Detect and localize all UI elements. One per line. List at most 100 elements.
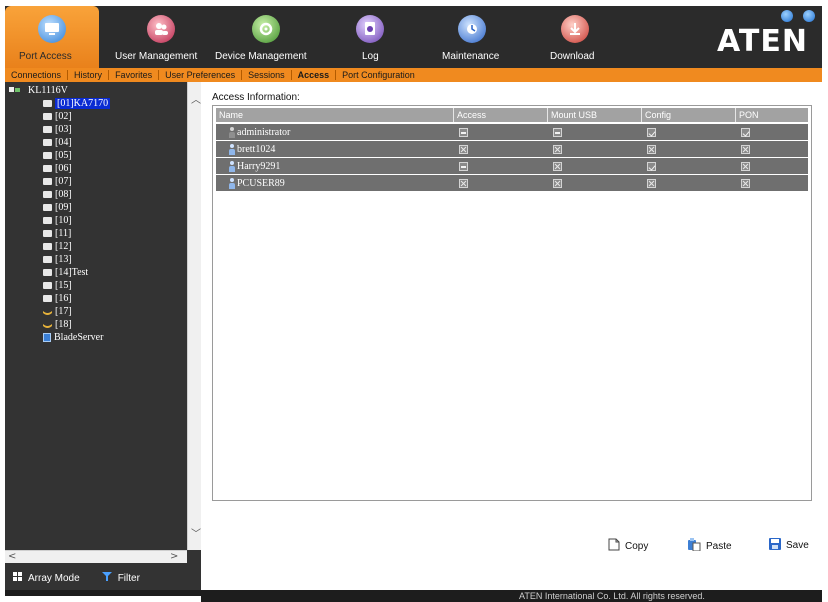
copy-icon bbox=[608, 538, 620, 554]
scroll-left-icon[interactable]: < bbox=[8, 552, 16, 562]
config-cell bbox=[642, 175, 736, 191]
tree-item-label: [13] bbox=[55, 254, 72, 265]
nav-user-management[interactable]: User Management bbox=[113, 6, 209, 68]
mount-usb-checkbox[interactable] bbox=[553, 127, 562, 137]
tree-item[interactable]: [06] bbox=[43, 162, 72, 175]
config-cell bbox=[642, 124, 736, 140]
port-icon bbox=[43, 243, 52, 250]
tree-horizontal-scrollbar[interactable]: < > bbox=[5, 550, 187, 563]
copyright-text: ATEN International Co. Ltd. All rights r… bbox=[519, 591, 705, 601]
config-cell bbox=[642, 141, 736, 157]
config-checkbox[interactable] bbox=[647, 144, 656, 154]
port-icon bbox=[43, 100, 52, 107]
tree-vertical-scrollbar[interactable]: ︿ ﹀ bbox=[187, 82, 201, 550]
config-checkbox[interactable] bbox=[647, 178, 656, 188]
pon-cell bbox=[736, 141, 808, 157]
table-row[interactable]: administrator bbox=[216, 124, 808, 140]
tree-item[interactable]: [09] bbox=[43, 201, 72, 214]
pon-checkbox[interactable] bbox=[741, 144, 750, 154]
tree-item[interactable]: [02] bbox=[43, 110, 72, 123]
tab-access[interactable]: Access bbox=[292, 68, 336, 82]
brand-logo: ATEN bbox=[717, 24, 808, 59]
scroll-right-icon[interactable]: > bbox=[170, 552, 178, 562]
tree-item-label: [10] bbox=[55, 215, 72, 226]
array-mode-label: Array Mode bbox=[28, 572, 80, 584]
table-row[interactable]: brett1024 bbox=[216, 141, 808, 157]
pon-checkbox[interactable] bbox=[741, 178, 750, 188]
save-button[interactable]: Save bbox=[769, 538, 809, 553]
config-checkbox[interactable] bbox=[647, 127, 656, 137]
scroll-down-icon[interactable]: ﹀ bbox=[191, 530, 201, 540]
tree-item[interactable]: [15] bbox=[43, 279, 72, 292]
logout-icon[interactable] bbox=[803, 10, 815, 22]
tree-item[interactable]: [07] bbox=[43, 175, 72, 188]
tree-root[interactable]: KL1116V bbox=[9, 84, 68, 97]
filter-button[interactable]: Filter bbox=[101, 572, 140, 584]
nav-log[interactable]: Log bbox=[355, 6, 385, 68]
tab-favorites[interactable]: Favorites bbox=[109, 68, 158, 82]
access-checkbox[interactable] bbox=[459, 161, 468, 171]
tree-item[interactable]: [08] bbox=[43, 188, 72, 201]
tab-port-configuration[interactable]: Port Configuration bbox=[336, 68, 421, 82]
tree-root-label: KL1116V bbox=[28, 85, 68, 96]
access-checkbox[interactable] bbox=[459, 144, 468, 154]
pon-checkbox[interactable] bbox=[741, 127, 750, 137]
tree-item[interactable]: [03] bbox=[43, 123, 72, 136]
tree-item-label: [15] bbox=[55, 280, 72, 291]
mount-usb-cell bbox=[548, 158, 642, 174]
tree-item[interactable]: [01]KA7170 bbox=[43, 97, 111, 110]
nav-device-management[interactable]: Device Management bbox=[213, 6, 319, 68]
scroll-up-icon[interactable]: ︿ bbox=[191, 96, 201, 106]
access-table-header: Name Access Mount USB Config PON bbox=[216, 108, 808, 122]
tree-item-label: [05] bbox=[55, 150, 72, 161]
mount-usb-cell bbox=[548, 141, 642, 157]
port-icon bbox=[43, 191, 52, 198]
tree-item[interactable]: [12] bbox=[43, 240, 72, 253]
user-name-cell: administrator bbox=[216, 124, 454, 140]
config-checkbox[interactable] bbox=[647, 161, 656, 171]
tab-history[interactable]: History bbox=[68, 68, 108, 82]
user-icon bbox=[229, 160, 235, 172]
tree-item[interactable]: [14]Test bbox=[43, 266, 88, 279]
column-header-access[interactable]: Access bbox=[454, 108, 548, 122]
tree-item[interactable]: [10] bbox=[43, 214, 72, 227]
table-row[interactable]: Harry9291 bbox=[216, 158, 808, 174]
copy-button[interactable]: Copy bbox=[608, 538, 648, 554]
pon-checkbox[interactable] bbox=[741, 161, 750, 171]
device-icon bbox=[9, 86, 20, 95]
table-row[interactable]: PCUSER89 bbox=[216, 175, 808, 191]
user-name-cell: Harry9291 bbox=[216, 158, 454, 174]
tree-item[interactable]: [17] bbox=[43, 305, 72, 318]
nav-label: Port Access bbox=[19, 51, 72, 62]
nav-maintenance[interactable]: Maintenance bbox=[437, 6, 507, 68]
help-icon[interactable] bbox=[781, 10, 793, 22]
nav-download[interactable]: Download bbox=[543, 6, 607, 68]
tree-item-label: [09] bbox=[55, 202, 72, 213]
mount-usb-checkbox[interactable] bbox=[553, 161, 562, 171]
column-header-pon[interactable]: PON bbox=[736, 108, 808, 122]
access-checkbox[interactable] bbox=[459, 178, 468, 188]
tree-item[interactable]: [18] bbox=[43, 318, 72, 331]
tab-connections[interactable]: Connections bbox=[5, 68, 67, 82]
mount-usb-checkbox[interactable] bbox=[553, 144, 562, 154]
tree-item[interactable]: [16] bbox=[43, 292, 72, 305]
port-icon bbox=[43, 230, 52, 237]
access-cell bbox=[454, 124, 548, 140]
tab-user-preferences[interactable]: User Preferences bbox=[159, 68, 241, 82]
nav-port-access[interactable]: Port Access bbox=[5, 6, 99, 68]
array-mode-button[interactable]: Array Mode bbox=[13, 572, 80, 584]
tree-item[interactable]: [04] bbox=[43, 136, 72, 149]
tab-sessions[interactable]: Sessions bbox=[242, 68, 291, 82]
tree-item[interactable]: [13] bbox=[43, 253, 72, 266]
mount-usb-checkbox[interactable] bbox=[553, 178, 562, 188]
column-header-config[interactable]: Config bbox=[642, 108, 736, 122]
column-header-mount-usb[interactable]: Mount USB bbox=[548, 108, 642, 122]
save-label: Save bbox=[786, 540, 809, 551]
tree-item[interactable]: [11] bbox=[43, 227, 71, 240]
tree-item[interactable]: [05] bbox=[43, 149, 72, 162]
column-header-name[interactable]: Name bbox=[216, 108, 454, 122]
tree-item[interactable]: BladeServer bbox=[43, 331, 103, 344]
port-tree-panel: KL1116V [01]KA7170 [02] [03] [04] [05] [06] [0… bbox=[5, 82, 201, 590]
paste-button[interactable]: Paste bbox=[687, 538, 732, 554]
access-checkbox[interactable] bbox=[459, 127, 468, 137]
